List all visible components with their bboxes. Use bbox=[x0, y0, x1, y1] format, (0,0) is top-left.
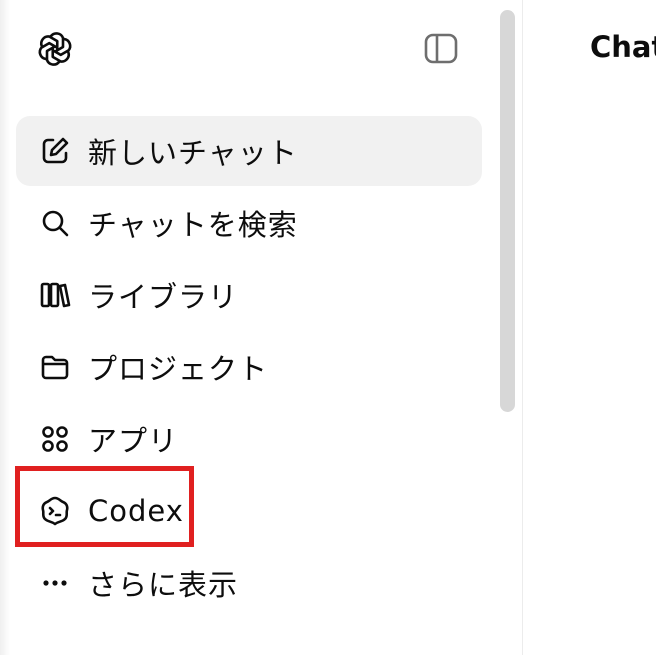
codex-highlight-box bbox=[15, 466, 194, 547]
library-icon bbox=[38, 278, 72, 312]
sidebar-scrollbar[interactable] bbox=[500, 10, 515, 412]
sidebar-item-apps[interactable]: アプリ bbox=[16, 404, 482, 474]
sidebar-item-label: プロジェクト bbox=[88, 352, 269, 386]
apps-grid-icon bbox=[38, 422, 72, 456]
compose-icon bbox=[38, 134, 72, 168]
sidebar-edge-shadow bbox=[0, 0, 10, 655]
folder-icon bbox=[38, 350, 72, 384]
sidebar-item-label: チャットを検索 bbox=[88, 208, 298, 242]
sidebar-item-label: アプリ bbox=[88, 424, 179, 458]
sidebar-item-new-chat[interactable]: 新しいチャット bbox=[16, 116, 482, 186]
sidebar: 新しいチャット チャットを検索 ライブラリ プロジェクト アプリ Codex さ… bbox=[0, 0, 523, 655]
more-dots-icon bbox=[38, 566, 72, 600]
sidebar-toggle-button[interactable] bbox=[421, 30, 461, 68]
sidebar-item-library[interactable]: ライブラリ bbox=[16, 260, 482, 330]
search-icon bbox=[38, 206, 72, 240]
sidebar-item-projects[interactable]: プロジェクト bbox=[16, 332, 482, 402]
sidebar-item-label: ライブラリ bbox=[88, 280, 239, 314]
main-header-title[interactable]: ChatGPT bbox=[590, 30, 656, 64]
sidebar-item-label: さらに表示 bbox=[88, 568, 239, 602]
sidebar-item-label: 新しいチャット bbox=[88, 136, 298, 170]
openai-logo-icon[interactable] bbox=[34, 28, 76, 70]
sidebar-item-search-chats[interactable]: チャットを検索 bbox=[16, 188, 482, 258]
sidebar-item-show-more[interactable]: さらに表示 bbox=[16, 548, 482, 618]
